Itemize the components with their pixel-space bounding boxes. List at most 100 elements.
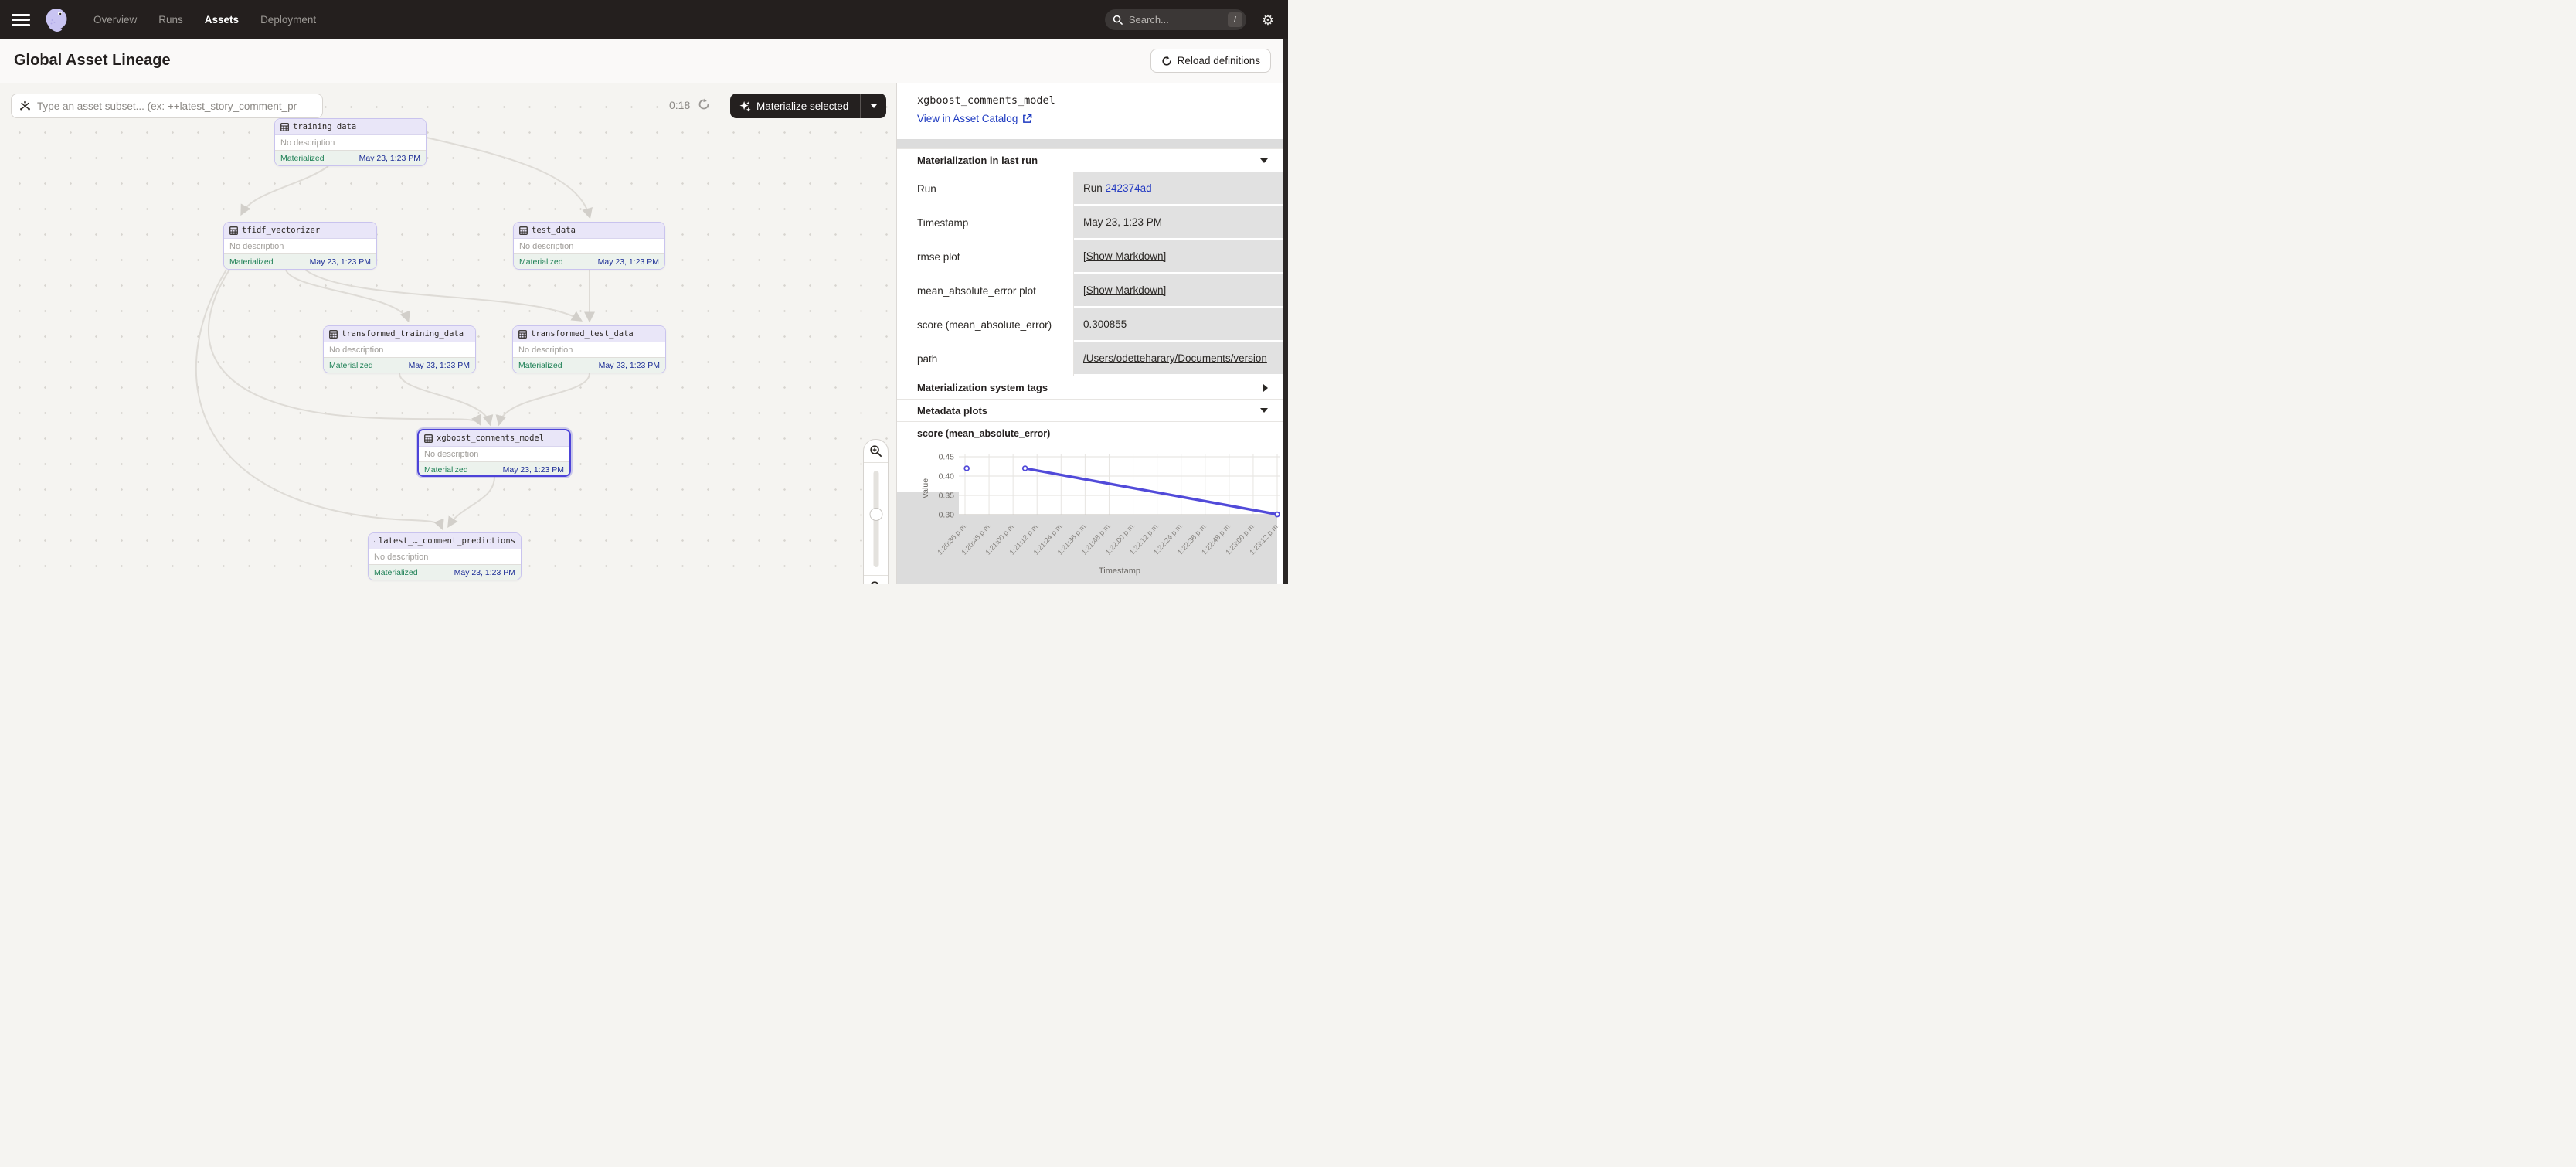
view-in-asset-catalog-link[interactable]: View in Asset Catalog <box>917 113 1032 124</box>
value-link[interactable]: [Show Markdown] <box>1083 284 1166 296</box>
nav-item-deployment[interactable]: Deployment <box>260 14 316 26</box>
node-header: training_data <box>275 119 426 135</box>
data-point-marker[interactable] <box>964 466 969 471</box>
node-name: xgboost_comments_model <box>437 434 544 443</box>
zoom-in-icon <box>869 444 882 458</box>
screen-edge-strip <box>1283 39 1288 584</box>
zoom-out-icon <box>869 580 882 584</box>
node-footer: MaterializedMay 23, 1:23 PM <box>419 461 569 477</box>
node-description: No description <box>369 549 521 564</box>
metadata-label: path <box>897 342 1074 376</box>
node-name: training_data <box>293 122 356 131</box>
metadata-row-run: RunRun 242374ad <box>897 172 1283 206</box>
node-name: transformed_test_data <box>531 329 634 339</box>
node-status: Materialized <box>518 361 562 370</box>
nav-item-runs[interactable]: Runs <box>158 14 183 26</box>
metadata-value: Run 242374ad <box>1074 172 1283 206</box>
zoom-controls <box>863 439 889 584</box>
asset-subset-filter-input[interactable]: Type an asset subset... (ex: ++latest_st… <box>11 94 323 118</box>
metadata-label: mean_absolute_error plot <box>897 274 1074 308</box>
asset-node-transformed_test_data[interactable]: transformed_test_data No description Mater… <box>512 325 666 373</box>
node-description: No description <box>513 342 665 357</box>
node-footer: Materialized May 23, 1:23 PM <box>514 253 664 269</box>
x-axis-title: Timestamp <box>1099 566 1140 576</box>
timer-refresh-icon[interactable] <box>698 98 710 111</box>
metadata-label: Timestamp <box>897 206 1074 240</box>
zoom-out-button[interactable] <box>864 575 888 584</box>
node-timestamp: May 23, 1:23 PM <box>310 257 371 267</box>
node-header: test_data <box>514 223 664 239</box>
asset-node-training_data[interactable]: training_data No description Materialized M… <box>274 118 427 166</box>
value-link[interactable]: /Users/odetteharary/Documents/version <box>1083 352 1267 364</box>
page-header: Global Asset Lineage Reload definitions <box>0 39 1288 83</box>
edge-xgboost_comments_model-to-latest_…_comment_predictions <box>449 477 494 526</box>
run-id-link[interactable]: 242374ad <box>1106 182 1152 194</box>
asset-node-test_data[interactable]: test_dataNo descriptionMaterializedMay 2… <box>513 222 665 270</box>
refresh-timer: 0:18 <box>669 99 690 111</box>
node-timestamp: May 23, 1:23 PM <box>599 361 660 370</box>
node-status: Materialized <box>229 257 274 267</box>
materialize-selected-button[interactable]: Materialize selected <box>730 94 886 118</box>
edge-tfidf_vectorizer-to-transformed_test_data <box>305 270 580 320</box>
node-footer: MaterializedMay 23, 1:23 PM <box>324 357 475 373</box>
asset-node-xgboost_comments_model[interactable]: xgboost_comments_modelNo descriptionMate… <box>417 429 571 477</box>
node-header: tfidf_vectorizer <box>224 223 376 239</box>
section-label: Materialization in last run <box>917 155 1038 166</box>
catalog-link-label: View in Asset Catalog <box>917 113 1018 124</box>
metadata-row-mean-absolute-error-plot: mean_absolute_error plot [Show Markdown] <box>897 274 1283 308</box>
asset-node-tfidf_vectorizer[interactable]: tfidf_vectorizerNo descriptionMaterializ… <box>223 222 377 270</box>
metadata-value: 0.300855 <box>1074 308 1283 342</box>
node-status: Materialized <box>329 361 373 370</box>
zoom-slider-handle[interactable] <box>869 508 882 521</box>
node-status: Materialized <box>280 154 325 163</box>
search-icon <box>1113 15 1123 25</box>
table-icon <box>229 226 238 235</box>
panel-asset-title: xgboost_comments_model <box>917 94 1055 107</box>
value-link[interactable]: [Show Markdown] <box>1083 250 1166 262</box>
hamburger-menu-icon[interactable] <box>12 14 30 26</box>
node-footer: Materialized May 23, 1:23 PM <box>224 253 376 269</box>
asset-lineage-graph[interactable]: training_data No description Materialized M… <box>0 83 896 584</box>
nav-item-overview[interactable]: Overview <box>93 14 137 26</box>
materialize-dropdown-button[interactable] <box>861 94 886 118</box>
y-axis-title: Value <box>921 478 930 498</box>
metadata-row-path: path/Users/odetteharary/Documents/versio… <box>897 342 1283 376</box>
zoom-slider[interactable] <box>864 463 888 575</box>
node-status: Materialized <box>519 257 563 267</box>
metadata-value: /Users/odetteharary/Documents/version <box>1074 342 1283 376</box>
section-metadata-plots[interactable]: Metadata plots <box>897 399 1283 422</box>
gear-icon[interactable]: ⚙ <box>1262 13 1274 27</box>
search-input[interactable]: Search... / <box>1105 9 1246 30</box>
section-materialization-last-run[interactable]: Materialization in last run <box>897 148 1283 172</box>
zoom-in-button[interactable] <box>864 440 888 463</box>
node-timestamp: May 23, 1:23 PM <box>359 154 420 163</box>
edge-training_data-to-test_data <box>427 138 590 216</box>
reload-icon <box>1161 56 1172 66</box>
metadata-row-timestamp: Timestamp May 23, 1:23 PM <box>897 206 1283 240</box>
sparkle-icon <box>739 100 751 112</box>
value-text: May 23, 1:23 PM <box>1083 216 1162 228</box>
horizontal-scrollbar[interactable] <box>897 139 1283 148</box>
node-description: No description <box>275 135 426 150</box>
page-title: Global Asset Lineage <box>14 52 171 70</box>
node-name: tfidf_vectorizer <box>242 226 320 235</box>
data-point-marker[interactable] <box>1023 466 1028 471</box>
metadata-row-score-mean-absolute-error-: score (mean_absolute_error)0.300855 <box>897 308 1283 342</box>
node-timestamp: May 23, 1:23 PM <box>598 257 659 267</box>
metadata-value: [Show Markdown] <box>1074 240 1283 274</box>
metadata-label: rmse plot <box>897 240 1074 274</box>
metadata-row-rmse-plot: rmse plot [Show Markdown] <box>897 240 1283 274</box>
node-header: transformed_training_data <box>324 326 475 342</box>
reload-definitions-button[interactable]: Reload definitions <box>1150 49 1271 73</box>
section-system-tags[interactable]: Materialization system tags <box>897 376 1283 399</box>
chevron-right-icon <box>1263 384 1268 392</box>
metadata-table: RunRun 242374adTimestamp May 23, 1:23 PM r… <box>897 172 1283 376</box>
dagster-logo[interactable] <box>42 6 70 34</box>
nav-item-assets[interactable]: Assets <box>205 14 239 26</box>
data-point-marker[interactable] <box>1275 512 1280 517</box>
asset-node-transformed_training_data[interactable]: transformed_training_dataNo descriptionM… <box>323 325 476 373</box>
asset-node-latest_…_comment_predictions[interactable]: latest_…_comment_predictionsNo descripti… <box>368 532 522 580</box>
node-description: No description <box>324 342 475 357</box>
node-status: Materialized <box>374 568 418 577</box>
chevron-down-icon <box>1260 158 1268 163</box>
